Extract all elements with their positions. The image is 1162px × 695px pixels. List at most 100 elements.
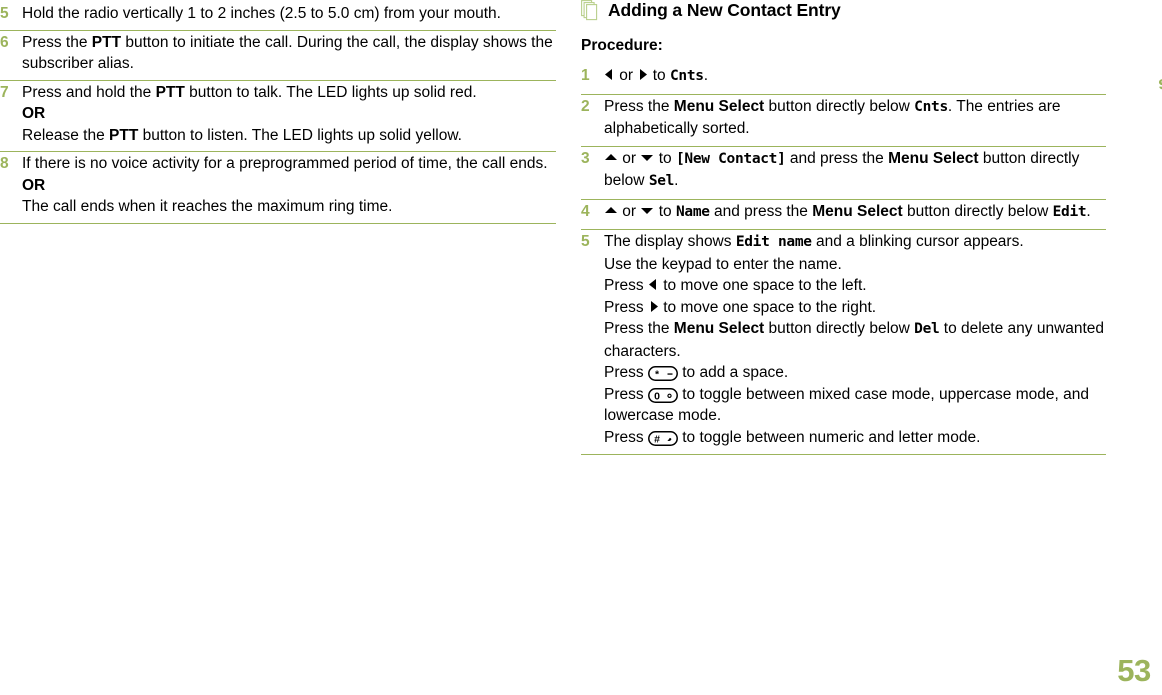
body-text: and press the [709,202,813,220]
body-text: button to talk. The LED lights up solid … [184,83,477,101]
step-text: Press the PTT button to initiate the cal… [22,31,556,75]
emphasis-text: Menu Select [812,202,903,220]
section-heading: Adding a New Contact Entry [581,0,1106,21]
svg-text:0: 0 [654,390,660,402]
body-text: . [674,172,679,189]
step-line: Press 0 to toggle between mixed case mod… [604,384,1106,427]
section-heading-text: Adding a New Contact Entry [608,0,841,20]
nav-right-arrow-icon [637,68,648,81]
step-line: Press and hold the PTT button to talk. T… [22,82,556,104]
chapter-tab: Advanced Features 53 [1106,0,1162,695]
body-text: Use the keypad to enter the name. [604,255,842,273]
body-text: Release the [22,126,110,144]
procedure-step: 7 Press and hold the PTT button to talk. … [0,81,556,152]
emphasis-text: OR [22,105,46,122]
nav-left-arrow-icon [648,278,659,291]
emphasis-text: PTT [155,83,185,101]
emphasis-text: Menu Select [673,97,765,115]
display-text: Del [914,321,940,337]
procedure-step: 5 Hold the radio vertically 1 to 2 inches… [0,0,556,31]
nav-left-arrow-icon [604,68,615,81]
step-number: 5 [581,233,590,250]
body-text: or [618,202,641,220]
procedure-step: 6 Press the PTT button to initiate the ca… [0,31,556,81]
body-text: button directly below [902,202,1053,220]
step-text: The display shows Edit name and a blinki… [604,230,1106,448]
body-text: and a blinking cursor appears. [811,233,1024,250]
left-column: 5 Hold the radio vertically 1 to 2 inches… [0,0,556,224]
nav-up-arrow-icon [604,151,618,164]
step-number: 4 [581,202,590,220]
step-text: If there is no voice activity for a prep… [22,152,556,218]
svg-text:#: # [654,433,660,445]
step-line: Press the Menu Select button directly be… [604,318,1106,362]
body-text: Press the [604,320,674,337]
left-step-list: 5 Hold the radio vertically 1 to 2 inches… [0,0,556,224]
step-line: Press # to toggle between numeric and le… [604,427,1106,449]
body-text: If there is no voice activity for a prep… [22,155,548,172]
body-text: The call ends when it reaches the maximu… [22,198,393,215]
step-line: If there is no voice activity for a prep… [22,153,556,175]
procedure-step: 5 The display shows Edit name and a blink… [581,230,1106,455]
step-number: 2 [581,97,590,115]
step-text: Press the Menu Select button directly be… [604,95,1106,140]
body-text: or [615,67,638,84]
step-text: Press and hold the PTT button to talk. T… [22,81,556,147]
body-text: to [648,67,670,84]
step-line: Use the keypad to enter the name. [604,254,1106,276]
display-text: Sel [648,173,675,189]
emphasis-text: PTT [109,126,139,144]
emphasis-text: PTT [91,33,122,51]
procedure-step: 8 If there is no voice activity for a pre… [0,152,556,224]
step-text: or to [New Contact] and press the Menu S… [604,147,1106,193]
display-text: Cnts [669,68,704,84]
emphasis-text: Menu Select [888,149,979,167]
step-line: or to Name and press the Menu Select but… [604,201,1106,224]
step-line: or to Cnts. [604,65,1106,88]
body-text: . [703,67,708,84]
body-text: button directly below [764,97,915,115]
step-text: Hold the radio vertically 1 to 2 inches … [22,2,556,25]
nav-down-arrow-icon [640,204,654,217]
body-text: Press and hold the [22,83,156,101]
step-line: Hold the radio vertically 1 to 2 inches … [22,3,556,25]
body-text: to toggle between numeric and letter mod… [677,428,981,446]
nav-down-arrow-icon [640,151,654,164]
key-hash-icon: # [647,430,678,446]
nav-up-arrow-icon [604,204,618,217]
body-text: Press the [22,33,92,51]
step-text: or to Name and press the Menu Select but… [604,200,1106,224]
step-line: Press * to add a space. [604,362,1106,384]
step-line: OR [22,175,556,197]
body-text: to move one space to the right. [658,298,877,316]
display-text: Name [675,203,710,220]
step-text: or to Cnts. [604,64,1106,88]
display-text: Cnts [914,98,948,115]
step-line: Release the PTT button to listen. The LE… [22,125,556,147]
body-text: . [1086,202,1091,220]
manual-page: 5 Hold the radio vertically 1 to 2 inches… [0,0,1162,695]
body-text: Press the [604,97,674,115]
step-line: or to [New Contact] and press the Menu S… [604,148,1106,193]
body-text: to add a space. [677,364,789,381]
step-number: 6 [0,33,9,51]
emphasis-text: OR [22,176,46,194]
emphasis-text: Menu Select [673,320,765,337]
step-line: The call ends when it reaches the maximu… [22,196,556,218]
body-text: Press [604,428,648,446]
chapter-tab-label: Advanced Features [1158,73,1162,96]
body-text: button directly below [764,320,915,337]
body-text: to [654,202,676,220]
procedure-step: 3 or to [New Contact] and press the Menu… [581,147,1106,200]
step-number: 8 [0,155,9,172]
step-line: Press the Menu Select button directly be… [604,96,1106,140]
body-text: The display shows [604,233,736,250]
step-line: The display shows Edit name and a blinki… [604,231,1106,254]
step-number: 5 [0,5,9,22]
procedure-label: Procedure: [581,37,663,54]
nav-right-arrow-icon [648,300,659,313]
body-text: or [618,149,641,167]
body-text: button to listen. The LED lights up soli… [138,126,462,144]
right-column: Adding a New Contact Entry Procedure: 1 … [581,0,1106,455]
step-number: 3 [581,149,590,167]
